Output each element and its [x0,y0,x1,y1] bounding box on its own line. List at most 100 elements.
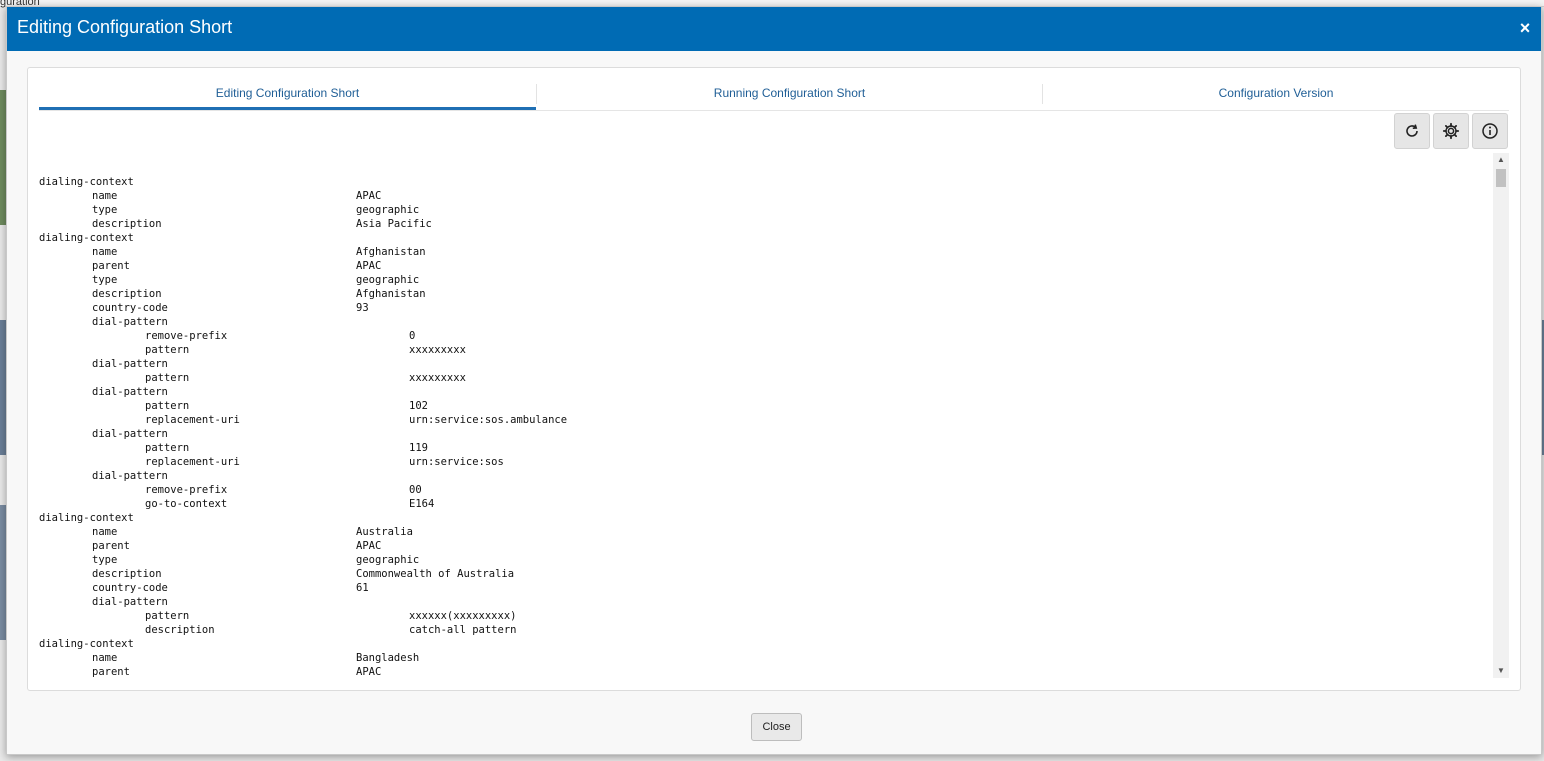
config-line: parent APAC [39,665,1489,678]
config-value: Bangladesh [356,652,420,664]
config-line: dial-pattern [39,385,1489,399]
config-key: pattern [145,400,190,412]
config-line: dialing-context [39,511,1489,525]
config-line: country-code 61 [39,581,1489,595]
config-key: go-to-context [145,498,228,510]
config-value: Afghanistan [356,288,426,300]
config-value: geographic [356,274,420,286]
config-line: description Afghanistan [39,287,1489,301]
config-value: Australia [356,526,413,538]
config-key: country-code [92,582,168,594]
config-key: dial-pattern [92,316,168,328]
config-key: replacement-uri [145,456,240,468]
tab-running-configuration-short[interactable]: Running Configuration Short [537,82,1042,110]
config-line: pattern 119 [39,441,1489,455]
config-key: remove-prefix [145,330,228,342]
config-value: APAC [356,666,382,678]
config-value: 00 [409,484,422,496]
scroll-up-arrow[interactable]: ▲ [1493,153,1509,167]
config-line: dialing-context [39,175,1489,189]
info-icon [1482,123,1498,139]
config-value: Asia Pacific [356,218,432,230]
config-line: remove-prefix 0 [39,329,1489,343]
config-line: name Bangladesh [39,651,1489,665]
vertical-scrollbar[interactable]: ▲ ▼ [1493,153,1509,678]
config-panel: Editing Configuration Short Running Conf… [27,67,1521,691]
config-line: pattern xxxxxxxxx [39,371,1489,385]
config-key: dial-pattern [92,428,168,440]
tab-configuration-version[interactable]: Configuration Version [1043,82,1509,110]
config-key: dial-pattern [92,596,168,608]
config-value: APAC [356,260,382,272]
config-line: dial-pattern [39,357,1489,371]
close-icon[interactable]: × [1517,19,1533,37]
config-value: xxxxxx(xxxxxxxxx) [409,610,517,622]
config-line: pattern 102 [39,399,1489,413]
config-line: replacement-uri urn:service:sos [39,455,1489,469]
config-value: Commonwealth of Australia [356,568,515,580]
config-line: type geographic [39,273,1489,287]
config-key: dial-pattern [92,358,168,370]
config-key: dialing-context [39,638,134,650]
config-key: pattern [145,442,190,454]
config-line: name Afghanistan [39,245,1489,259]
tab-editing-configuration-short[interactable]: Editing Configuration Short [39,82,536,110]
config-line: parent APAC [39,539,1489,553]
config-key: country-code [92,302,168,314]
refresh-button[interactable] [1394,113,1430,149]
config-key: remove-prefix [145,484,228,496]
config-value: 102 [409,400,428,412]
config-value: xxxxxxxxx [409,344,466,356]
scroll-down-arrow[interactable]: ▼ [1493,664,1509,678]
config-value: 119 [409,442,428,454]
tab-bar: Editing Configuration Short Running Conf… [39,82,1509,111]
config-line: pattern xxxxxxxxx [39,343,1489,357]
config-line: dial-pattern [39,469,1489,483]
close-button[interactable]: Close [751,713,802,741]
config-line: description Commonwealth of Australia [39,567,1489,581]
config-key: parent [92,540,130,552]
config-key: name [92,190,118,202]
config-key: name [92,246,118,258]
config-line: parent APAC [39,259,1489,273]
config-value: 0 [409,330,416,342]
config-dialog: Editing Configuration Short × Editing Co… [6,6,1542,755]
config-value: geographic [356,554,420,566]
refresh-icon [1406,124,1418,137]
config-key: description [92,568,162,580]
config-key: parent [92,260,130,272]
config-line: go-to-context E164 [39,497,1489,511]
config-value: APAC [356,190,382,202]
config-line: replacement-uri urn:service:sos.ambulance [39,413,1489,427]
config-value: urn:service:sos.ambulance [409,414,568,426]
config-line: name Australia [39,525,1489,539]
info-button[interactable] [1472,113,1508,149]
config-key: pattern [145,344,190,356]
config-key: type [92,554,118,566]
config-value: Afghanistan [356,246,426,258]
config-key: description [92,218,162,230]
config-value: geographic [356,204,420,216]
gear-icon [1442,122,1460,140]
config-value: catch-all pattern [409,624,517,636]
config-line: dial-pattern [39,427,1489,441]
config-line: description Asia Pacific [39,217,1489,231]
config-key: replacement-uri [145,414,240,426]
config-line: dial-pattern [39,315,1489,329]
config-line: dial-pattern [39,595,1489,609]
config-key: description [92,288,162,300]
config-value: E164 [409,498,435,510]
config-key: name [92,526,118,538]
settings-button[interactable] [1433,113,1469,149]
config-key: parent [92,666,130,678]
config-text-area[interactable]: dialing-context name APAC type geographic des… [39,153,1493,678]
config-key: dialing-context [39,512,134,524]
config-key: pattern [145,610,190,622]
config-key: dialing-context [39,176,134,188]
config-line: country-code 93 [39,301,1489,315]
config-line: remove-prefix 00 [39,483,1489,497]
config-value: 61 [356,582,369,594]
scroll-thumb[interactable] [1496,169,1506,187]
config-value: APAC [356,540,382,552]
config-value: 93 [356,302,369,314]
